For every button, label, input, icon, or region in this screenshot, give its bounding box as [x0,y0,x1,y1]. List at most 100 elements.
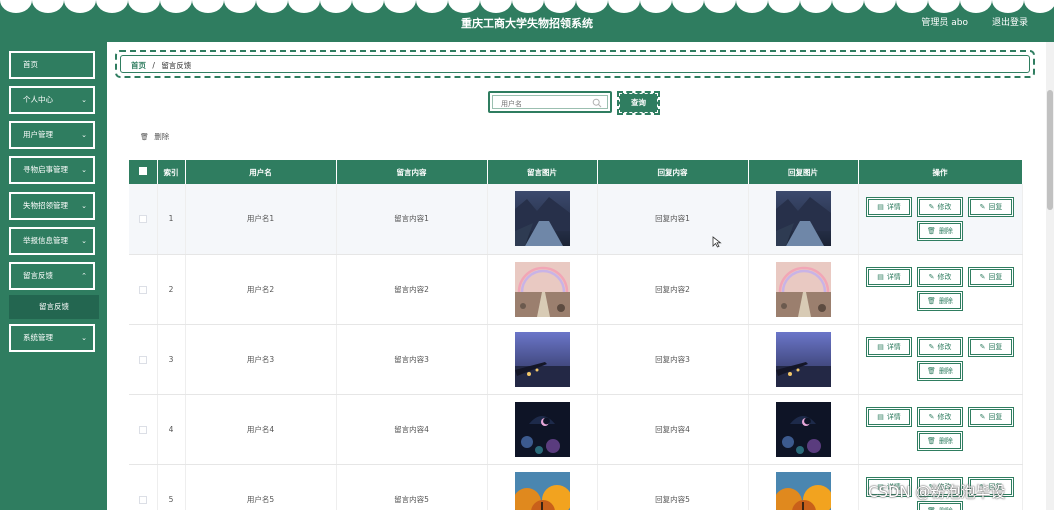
reply-button-label: 回复 [988,413,1003,421]
delete-button-label: 删除 [938,297,953,305]
edit-button[interactable]: ✎ 修改 [917,196,963,217]
row-message-image-cell [487,184,598,255]
row-reply-image-cell [748,184,859,255]
search-icon [592,98,602,108]
reply-button[interactable]: ✎ 回复 [968,337,1014,357]
edit-button[interactable]: ✎ 修改 [917,337,963,357]
row-message: 留言内容2 [336,254,488,325]
edit-button[interactable]: ✎ 修改 [917,407,963,427]
vertical-scrollbar[interactable] [1046,42,1054,510]
detail-button-label: 详情 [886,413,901,421]
row-checkbox[interactable] [138,425,147,434]
message-image [514,401,570,457]
trash-icon: 🗑 [927,437,936,445]
row-index: 5 [157,464,186,510]
row-reply: 回复内容5 [597,464,749,510]
sidebar-item-found-items[interactable]: 失物招领管理 ⌄ [9,192,95,220]
column-header: 操作 [858,160,1023,184]
row-index: 2 [157,254,186,325]
chevron-down-icon: ⌄ [81,131,87,139]
header-scallop-decoration [0,0,1054,13]
delete-button[interactable]: 🗑删除 [917,431,963,451]
row-reply: 回复内容4 [597,394,749,465]
top-header: 重庆工商大学失物招领系统 管理员 abo 退出登录 [0,0,1054,42]
sidebar-item-label: 用户管理 [23,130,53,139]
delete-button-label: 删除 [938,437,953,445]
reply-image [775,191,831,247]
delete-button[interactable]: 🗑删除 [917,361,963,381]
delete-button[interactable]: 🗑删除 [917,501,963,510]
edit-button-label: 修改 [937,202,952,211]
edit-icon: ✎ [928,343,935,351]
edit-icon: ✎ [928,273,935,281]
batch-delete-button[interactable]: 🗑 删除 [140,131,169,142]
edit-button[interactable]: ✎ 修改 [917,267,963,287]
column-header: 留言内容 [336,160,488,184]
row-checkbox-cell [129,184,158,255]
sidebar-item-feedback[interactable]: 留言反馈 ⌃ [9,262,95,290]
document-icon: ▤ [877,202,884,211]
detail-button[interactable]: ▤ 详情 [866,267,912,287]
row-username: 用户名3 [185,324,337,395]
column-header: 留言图片 [487,160,598,184]
detail-button[interactable]: ▤ 详情 [866,407,912,427]
delete-button[interactable]: 🗑删除 [917,291,963,311]
sidebar-item-home[interactable]: 首页 [9,51,95,79]
row-checkbox[interactable] [138,215,147,224]
search-input[interactable] [501,98,591,110]
row-reply-image-cell [748,324,859,395]
sidebar-item-users[interactable]: 用户管理 ⌄ [9,121,95,149]
reply-button[interactable]: ✎ 回复 [968,267,1014,287]
logout-link[interactable]: 退出登录 [992,15,1028,28]
sidebar-item-system[interactable]: 系统管理 ⌄ [9,324,95,352]
row-message-image-cell [487,394,598,465]
edit-icon: ✎ [979,202,986,211]
scrollbar-thumb[interactable] [1047,90,1053,210]
row-actions: ▤详情✎修改✎回复🗑删除 [858,324,1023,395]
row-message-image-cell [487,324,598,395]
delete-button[interactable]: 🗑删除 [917,220,963,241]
column-header: 回复内容 [597,160,749,184]
watermark: CSDN @粉泡泡毕设 [868,483,1006,501]
sidebar-item-label: 留言反馈 [23,271,53,280]
reply-button[interactable]: ✎ 回复 [968,196,1014,217]
table-row: 2 用户名2 留言内容2 回复内容2 ▤ 详情 ✎ 修改 ✎ 回复 🗑 删除 [129,254,1023,325]
sidebar-item-lost-notice[interactable]: 寻物启事管理 ⌄ [9,156,95,184]
reply-button[interactable]: ✎ 回复 [968,407,1014,427]
sidebar: 首页 个人中心 ⌄ 用户管理 ⌄ 寻物启事管理 ⌄ 失物招领管理 ⌄ 举报信息管理 ⌄ 留… [0,42,107,510]
detail-button[interactable]: ▤ 详情 [866,196,912,217]
reply-button-label: 回复 [988,273,1003,281]
detail-button[interactable]: ▤ 详情 [866,337,912,357]
column-header: 索引 [157,160,186,184]
select-all-checkbox[interactable] [138,167,147,175]
reply-image [773,471,833,510]
chevron-up-icon: ⌃ [81,272,87,280]
select-all-checkbox-cell [129,160,158,184]
row-index: 3 [157,324,186,395]
message-image [512,471,572,510]
sidebar-item-profile[interactable]: 个人中心 ⌄ [9,86,95,114]
query-button[interactable]: 查询 [617,91,660,115]
row-index: 4 [157,394,186,465]
sidebar-subitem-feedback[interactable]: 留言反馈 [9,295,99,319]
row-reply: 回复内容1 [597,184,749,255]
row-checkbox[interactable] [138,285,147,294]
row-reply: 回复内容3 [597,324,749,395]
row-message: 留言内容4 [336,394,488,465]
chevron-down-icon: ⌄ [81,166,87,174]
edit-icon: ✎ [928,202,935,211]
feedback-table: 索引 用户名 留言内容 留言图片 回复内容 回复图片 操作 1 用户名1 留言内容1… [129,160,1023,510]
row-checkbox[interactable] [138,355,147,364]
search-box [488,91,612,113]
breadcrumb: 首页 / 留言反馈 [131,60,191,71]
row-username: 用户名1 [185,184,337,255]
row-checkbox[interactable] [138,495,147,504]
message-image [514,191,570,247]
row-checkbox-cell [129,254,158,325]
table-header-row: 索引 用户名 留言内容 留言图片 回复内容 回复图片 操作 [129,160,1023,184]
row-message: 留言内容1 [336,184,488,255]
sidebar-item-reports[interactable]: 举报信息管理 ⌄ [9,227,95,255]
chevron-down-icon: ⌄ [81,237,87,245]
breadcrumb-home[interactable]: 首页 [131,61,146,70]
sidebar-item-label: 失物招领管理 [23,201,68,210]
